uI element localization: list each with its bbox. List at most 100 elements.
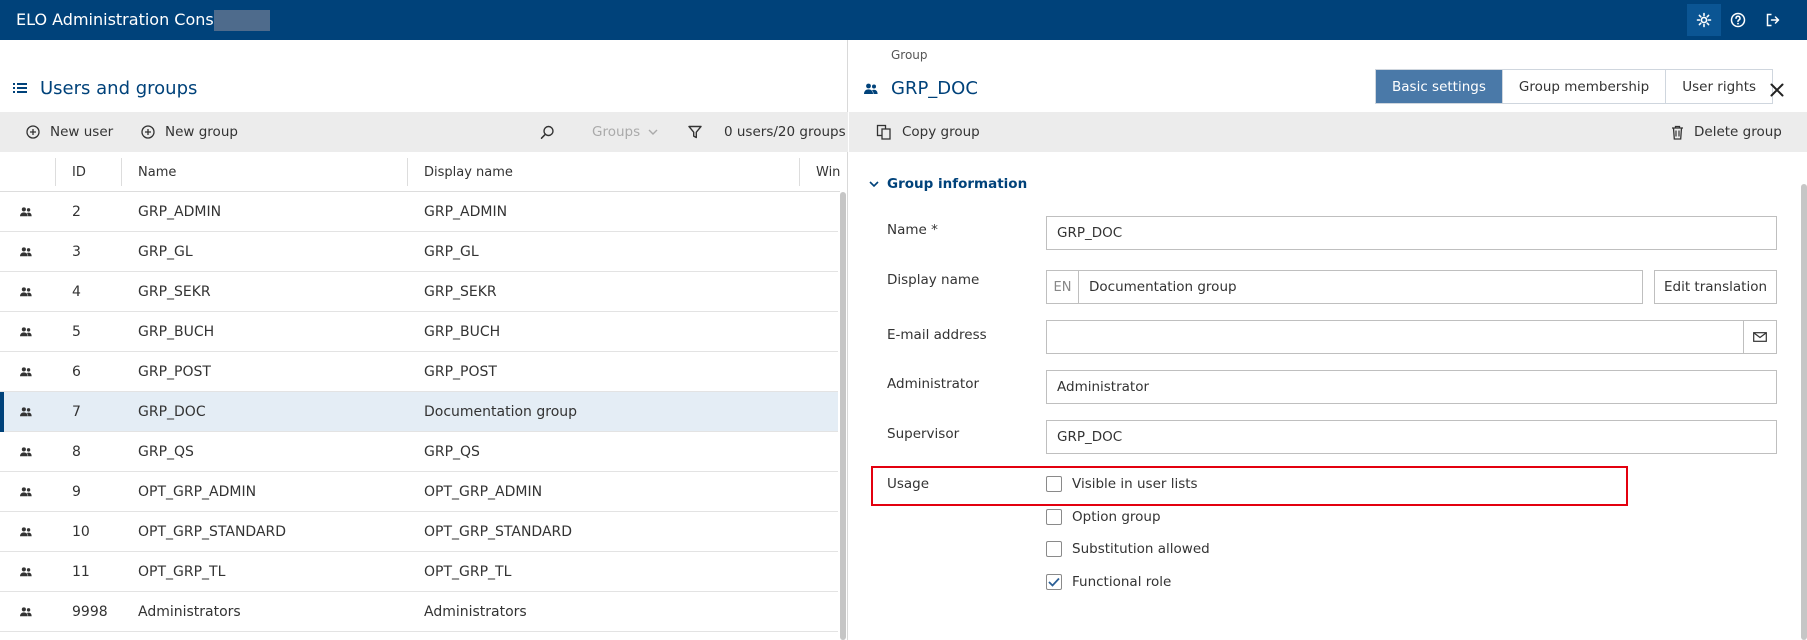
row-display-name: Documentation group <box>424 404 578 420</box>
detail-toolbar: Copy group Delete group <box>849 112 1807 152</box>
plus-circle-icon <box>26 125 40 139</box>
usage-option-label: Substitution allowed <box>1072 541 1210 557</box>
column-id[interactable]: ID <box>60 152 86 192</box>
gear-icon <box>1696 12 1712 28</box>
settings-button[interactable] <box>1687 4 1721 36</box>
section-group-information[interactable]: Group information <box>869 176 1027 192</box>
filter-button[interactable] <box>688 112 712 152</box>
row-id: 3 <box>72 244 81 260</box>
row-id: 7 <box>72 404 81 420</box>
checkbox[interactable] <box>1046 509 1062 525</box>
column-separator <box>407 158 408 186</box>
table-row[interactable]: 5 GRP_BUCH GRP_BUCH <box>0 312 838 352</box>
help-button[interactable] <box>1721 4 1755 36</box>
table-row[interactable]: 8 GRP_QS GRP_QS <box>0 432 838 472</box>
row-id: 11 <box>72 564 90 580</box>
search-button[interactable] <box>540 112 565 152</box>
administrator-label: Administrator <box>887 376 980 392</box>
table-row[interactable]: 6 GRP_POST GRP_POST <box>0 352 838 392</box>
name-label: Name * <box>887 222 938 238</box>
row-display-name: GRP_BUCH <box>424 324 501 340</box>
usage-option[interactable]: Option group <box>1046 509 1161 525</box>
trash-icon <box>1672 125 1683 140</box>
edit-translation-button[interactable]: Edit translation <box>1654 270 1777 304</box>
row-display-name: GRP_QS <box>424 444 480 460</box>
supervisor-field[interactable]: GRP_DOC <box>1046 420 1777 454</box>
group-icon <box>19 192 33 232</box>
usage-highlight-box <box>871 466 1628 506</box>
tab-group-membership[interactable]: Group membership <box>1502 70 1667 103</box>
display-name-field[interactable]: Documentation group <box>1078 270 1643 304</box>
table-row[interactable]: 4 GRP_SEKR GRP_SEKR <box>0 272 838 312</box>
column-separator <box>121 158 122 186</box>
table-row[interactable]: 9 OPT_GRP_ADMIN OPT_GRP_ADMIN <box>0 472 838 512</box>
row-name: GRP_ADMIN <box>138 204 222 220</box>
row-name: GRP_SEKR <box>138 284 211 300</box>
checkbox[interactable] <box>1046 476 1062 492</box>
email-field[interactable] <box>1046 320 1743 354</box>
administrator-field[interactable]: Administrator <box>1046 370 1777 404</box>
row-id: 10 <box>72 524 90 540</box>
row-name: GRP_QS <box>138 444 194 460</box>
copy-group-label: Copy group <box>902 124 980 140</box>
logout-button[interactable] <box>1756 4 1790 36</box>
usage-option[interactable]: Functional role <box>1046 574 1171 590</box>
row-display-name: GRP_GL <box>424 244 479 260</box>
type-filter-select[interactable]: Groups <box>592 112 668 152</box>
column-display-name[interactable]: Display name <box>412 152 513 192</box>
group-icon <box>19 512 33 552</box>
checkbox[interactable] <box>1046 541 1062 557</box>
column-name[interactable]: Name <box>126 152 176 192</box>
tab-user-rights[interactable]: User rights <box>1666 70 1773 103</box>
usage-option[interactable]: Visible in user lists <box>1046 476 1198 492</box>
new-user-button[interactable]: New user <box>26 112 113 152</box>
table-row[interactable]: 3 GRP_GL GRP_GL <box>0 232 838 272</box>
row-name: GRP_GL <box>138 244 193 260</box>
new-user-label: New user <box>50 124 114 140</box>
row-id: 4 <box>72 284 81 300</box>
row-id: 6 <box>72 364 81 380</box>
table-row[interactable]: 7 GRP_DOC Documentation group <box>0 392 838 432</box>
redacted-label <box>214 10 270 31</box>
delete-group-label: Delete group <box>1694 124 1782 140</box>
app-title: ELO Administration Console <box>16 10 238 29</box>
type-filter-value: Groups <box>592 124 641 140</box>
group-icon <box>864 83 878 94</box>
list-icon <box>13 83 27 93</box>
mail-icon <box>1753 332 1767 342</box>
column-separator <box>799 158 800 186</box>
filter-icon <box>688 125 702 139</box>
display-name-label: Display name <box>887 272 980 288</box>
usage-option[interactable]: Substitution allowed <box>1046 541 1210 557</box>
send-email-button[interactable] <box>1743 320 1777 354</box>
copy-group-button[interactable]: Copy group <box>876 112 980 152</box>
breadcrumb[interactable]: Group <box>891 48 928 62</box>
group-icon <box>19 472 33 512</box>
row-display-name: GRP_SEKR <box>424 284 497 300</box>
page-title: Users and groups <box>40 78 198 99</box>
detail-tabs: Basic settings Group membership User rig… <box>1375 69 1774 104</box>
table-row[interactable]: 2 GRP_ADMIN GRP_ADMIN <box>0 192 838 232</box>
result-count: 0 users/20 groups <box>724 124 846 140</box>
name-field[interactable]: GRP_DOC <box>1046 216 1777 250</box>
detail-scrollbar[interactable] <box>1801 184 1807 640</box>
list-scrollbar[interactable] <box>840 192 846 640</box>
usage-label: Usage <box>887 476 930 492</box>
new-group-button[interactable]: New group <box>141 112 238 152</box>
row-display-name: OPT_GRP_ADMIN <box>424 484 543 500</box>
row-name: GRP_BUCH <box>138 324 215 340</box>
table-row[interactable]: 9998 Administrators Administrators <box>0 592 838 632</box>
delete-group-button[interactable]: Delete group <box>1671 112 1782 152</box>
checkbox[interactable] <box>1046 574 1062 590</box>
column-win[interactable]: Win <box>804 152 840 192</box>
group-detail-pane: Group GRP_DOC Basic settings Group membe… <box>849 40 1807 640</box>
row-name: OPT_GRP_TL <box>138 564 226 580</box>
close-button[interactable] <box>1765 78 1789 102</box>
group-icon <box>19 432 33 472</box>
table-row[interactable]: 11 OPT_GRP_TL OPT_GRP_TL <box>0 552 838 592</box>
tab-basic-settings[interactable]: Basic settings <box>1376 70 1503 103</box>
column-separator <box>55 158 56 186</box>
table-row[interactable]: 10 OPT_GRP_STANDARD OPT_GRP_STANDARD <box>0 512 838 552</box>
plus-circle-icon <box>141 125 155 139</box>
list-toolbar: New user New group Groups 0 users/20 gro… <box>0 112 848 152</box>
